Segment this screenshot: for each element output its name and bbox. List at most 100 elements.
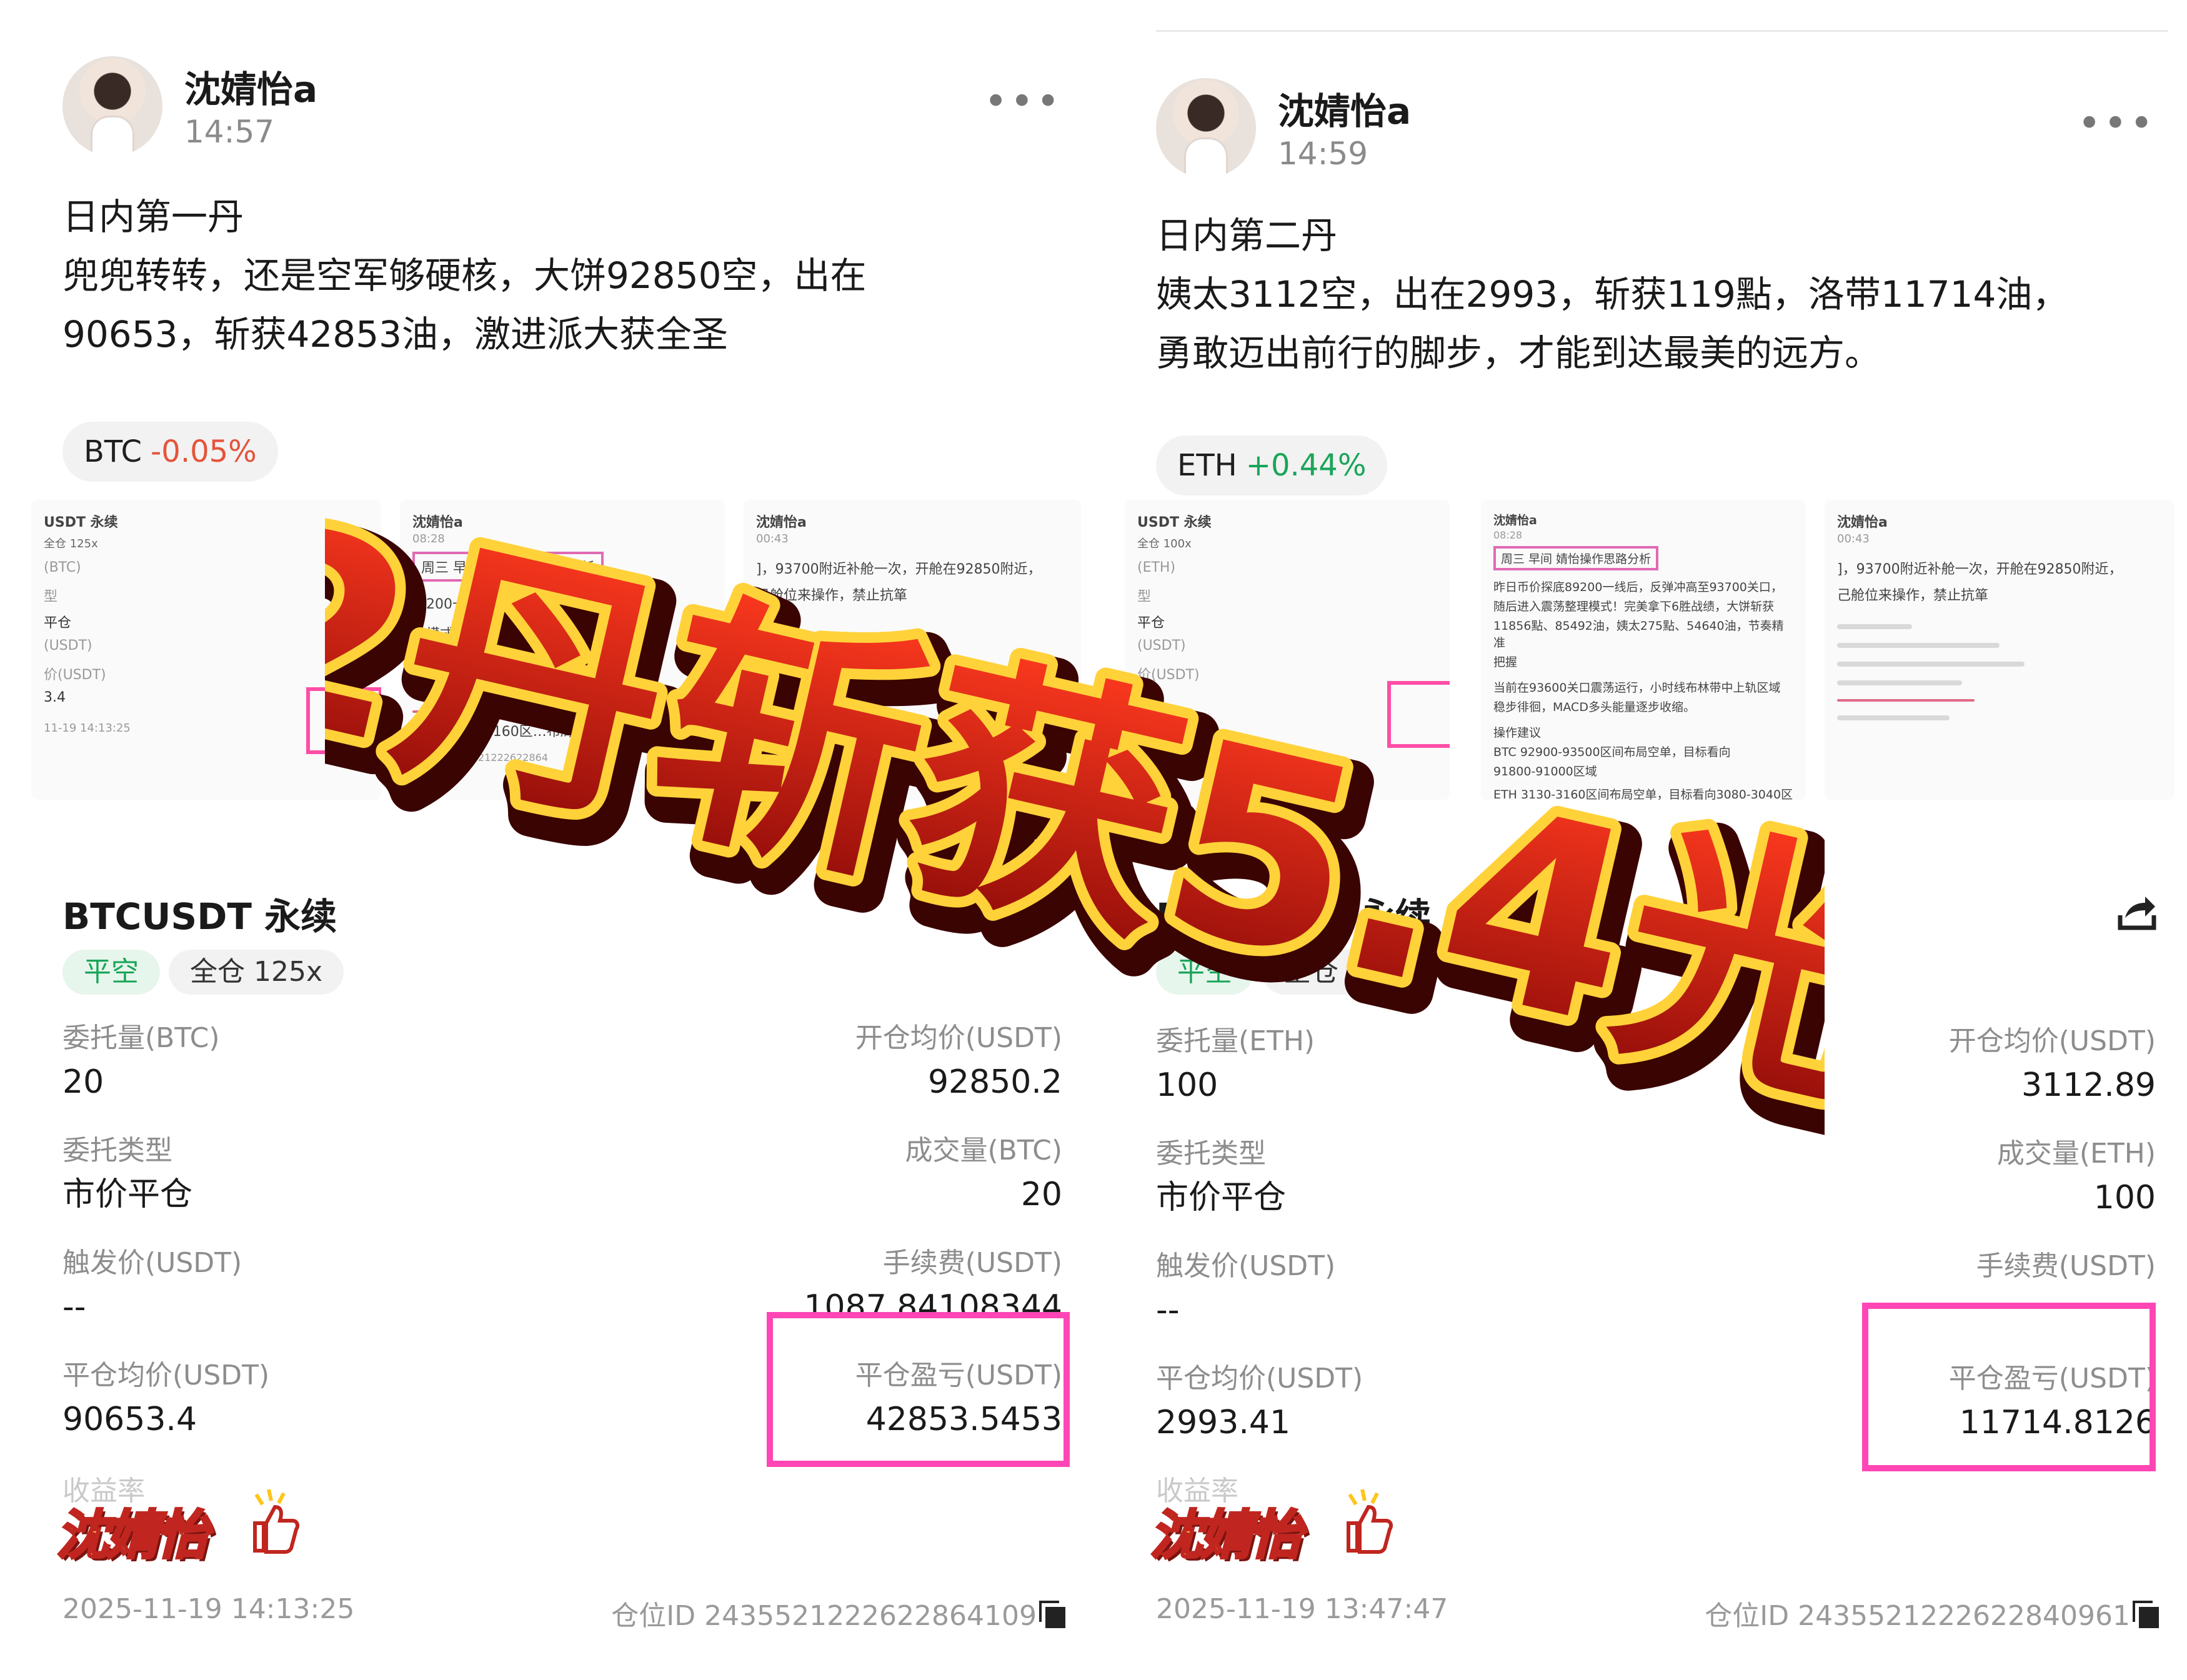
thumb-line: ETH 3130-3160区…布局空单… [412, 724, 615, 740]
thumb-time: 00:43 [1837, 532, 1870, 545]
thumbnail-chat[interactable]: 沈婧怡a 00:43 ]，93700附近补舱一次，开舱在92850附近， 己舱位… [744, 500, 1081, 800]
avatar[interactable] [1156, 78, 1256, 178]
thumb-row: (USDT) [44, 638, 92, 654]
field-label: 开仓均价(USDT) [855, 1022, 1062, 1054]
thumb-line: 91800-91000区域 [1493, 765, 1597, 778]
thumb-sub: 全仓 100x [1137, 537, 1192, 550]
thumb-line: 己舱位来操作，禁止抗箪 [756, 588, 908, 604]
thumb-title: 周三 早间 婧怡操作思路分析 [1493, 546, 1659, 570]
filled-qty-field: 成交量(ETH) 100 [1718, 1134, 2156, 1221]
thumb-line: ]，93700附近补舱一次，开舱在92850附近， [1837, 562, 2123, 577]
post-time: 14:57 [184, 114, 275, 150]
username[interactable]: 沈婧怡a [1278, 82, 1411, 134]
highlight-box [306, 687, 381, 754]
field-value: -- [1156, 1291, 1180, 1329]
field-value: 市价平仓 [62, 1176, 193, 1213]
position-id: 仓位ID 2435521222622864109 [611, 1593, 1065, 1633]
post-text: 日内第一丹 兜兜转转，还是空军够硬核，大饼92850空，出在 90653，斩获4… [62, 187, 1062, 364]
thumb-row: 型 [1137, 589, 1152, 605]
thumb-line: 仓位ID 2435521222622864 [412, 752, 549, 763]
copy-icon[interactable] [1045, 1607, 1065, 1628]
thumb-line: 当前在93600关口震荡运行，小时线布林带中上轨区域 [1493, 681, 1781, 695]
thumb-sub: 全仓 125x [44, 537, 98, 550]
order-qty-field: 委托量(BTC) 20 [62, 1018, 500, 1106]
copy-icon[interactable] [2139, 1607, 2159, 1628]
thumb-title: 周三 早间 婧怡操作思路分析 [412, 552, 604, 582]
thumbs-up-icon [253, 1489, 299, 1554]
close-price-field: 平仓均价(USDT) 2993.41 [1156, 1359, 1593, 1446]
field-label: 委托量(BTC) [62, 1022, 220, 1054]
field-value: 2993.41 [1156, 1404, 1291, 1441]
field-label: 成交量(ETH) [1996, 1138, 2156, 1170]
post-line: 日内第一丹 [62, 196, 244, 238]
field-label: 委托类型 [62, 1135, 172, 1166]
thumb-row: (USDT) [1137, 638, 1186, 654]
thumbs-up-icon [1347, 1489, 1393, 1554]
stamp-text: 沈婧怡 [55, 1503, 210, 1567]
contract-title: BTCUSDT 永续 [62, 895, 337, 938]
pnl-highlight-box [1862, 1303, 2156, 1471]
trigger-price-field: 触发价(USDT) -- [1156, 1246, 1593, 1334]
thumbnail-analysis[interactable]: 沈婧怡a 08:28 周三 早间 婧怡操作思路分析 …200一线后…高至9370… [400, 500, 725, 800]
margin-mode-tag: 全仓 125x [169, 950, 344, 995]
field-value: 20 [62, 1063, 104, 1101]
thumbnail-chat[interactable]: 沈婧怡a 00:43 ]，93700附近补舱一次，开舱在92850附近， 己舱位… [1825, 500, 2175, 800]
username[interactable]: 沈婧怡a [184, 60, 317, 112]
field-label: 手续费(USDT) [1976, 1250, 2156, 1282]
field-label: 平仓均价(USDT) [1156, 1363, 1363, 1394]
margin-mode-tag: 全仓 100x [1262, 950, 1438, 995]
ticker-symbol: ETH [1177, 448, 1237, 483]
thumbnail-analysis[interactable]: 沈婧怡a 08:28 周三 早间 婧怡操作思路分析 昨日币价探底89200一线后… [1481, 500, 1806, 800]
post-line: 勇敢迈出前行的脚步，才能到达最美的远方。 [1156, 332, 1881, 374]
divider [1156, 30, 2168, 32]
post-line: 日内第二丹 [1156, 214, 1338, 257]
ticker-symbol: BTC [84, 434, 142, 469]
open-price-field: 开仓均价(USDT) 3112.89 [1718, 1021, 2156, 1109]
field-label: 平仓均价(USDT) [62, 1359, 270, 1391]
thumb-line: 随后进入震荡整理模式！完美拿下6胜战绩，大饼斩获 [1493, 600, 1775, 614]
post-line: 兜兜转转，还是空军够硬核，大饼92850空，出在 [62, 254, 867, 297]
thumb-line: ]，93700附近补舱一次，开舱在92850附近， [756, 562, 1042, 577]
ticker-chip[interactable]: ETH +0.44% [1156, 435, 1388, 495]
ticker-change: -0.05% [150, 434, 257, 469]
position-id-text: 仓位ID 2435521222622864109 [611, 1600, 1037, 1632]
thumb-row: 价(USDT) [44, 667, 106, 683]
position-id-text: 仓位ID 2435521222622840961 [1705, 1600, 2130, 1632]
field-label: 委托类型 [1156, 1138, 1266, 1170]
more-options-icon[interactable]: ••• [2078, 104, 2156, 144]
close-price-field: 平仓均价(USDT) 90653.4 [62, 1356, 500, 1443]
thumb-title: USDT 永续 [44, 515, 118, 530]
thumb-row: (BTC) [44, 560, 81, 575]
field-label: 开仓均价(USDT) [1948, 1025, 2156, 1057]
thumb-row: 平仓 [44, 615, 72, 631]
order-timestamp: 2025-11-19 14:13:25 [62, 1593, 355, 1625]
field-label: 委托量(ETH) [1156, 1025, 1315, 1057]
more-options-icon[interactable]: ••• [984, 82, 1062, 122]
trigger-price-field: 触发价(USDT) -- [62, 1243, 500, 1331]
thumb-line: 昨日币价探底89200一线后，反弹冲高至93700关口， [1493, 580, 1783, 594]
thumb-row: 平仓 [1137, 615, 1165, 631]
thumbnail-trade[interactable]: USDT 永续 全仓 125x (BTC) 型 平仓 (USDT) 价(USDT… [31, 500, 381, 800]
thumb-line: 把握 [1493, 655, 1518, 669]
thumb-time: 08:28 [412, 532, 445, 545]
close-short-tag: 平空 [1156, 950, 1253, 995]
thumb-user: 沈婧怡a [1493, 514, 1537, 527]
thumb-user: 沈婧怡a [756, 515, 807, 530]
thumb-line: 己舱位来操作，禁止抗箪 [1837, 588, 1989, 604]
field-value: 3112.89 [2021, 1066, 2156, 1104]
share-icon[interactable] [2115, 890, 2159, 934]
field-value: 20 [1020, 1176, 1062, 1213]
ticker-chip[interactable]: BTC -0.05% [62, 422, 278, 482]
highlight-box [1387, 681, 1450, 748]
close-short-tag: 平空 [62, 950, 160, 995]
post-time: 14:59 [1278, 136, 1368, 172]
avatar[interactable] [62, 56, 162, 156]
thumb-line: ETH 3130-3160区间布局空单，目标看向3080-3040区 [1493, 788, 1793, 800]
thumbnail-trade[interactable]: USDT 永续 全仓 100x (ETH) 型 平仓 (USDT) 价(USDT… [1125, 500, 1450, 800]
field-value: -- [62, 1288, 86, 1326]
order-type-field: 委托类型 市价平仓 [1156, 1134, 1593, 1221]
thumb-line: 操作建议 [1493, 726, 1542, 740]
thumb-time: 00:43 [756, 532, 789, 545]
order-qty-field: 委托量(ETH) 100 [1156, 1021, 1593, 1109]
field-value: 90653.4 [62, 1401, 197, 1438]
